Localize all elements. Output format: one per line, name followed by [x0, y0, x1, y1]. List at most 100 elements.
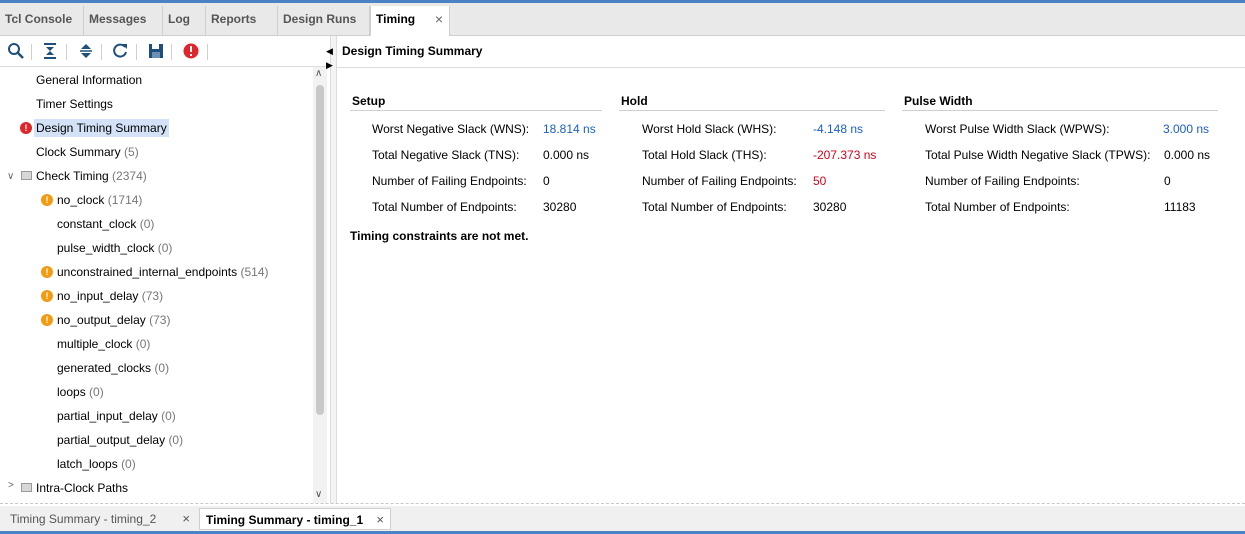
tree-item-loops[interactable]: loops (0)	[57, 381, 104, 403]
tab-design-runs[interactable]: Design Runs	[278, 6, 370, 35]
tab-timing-summary-2[interactable]: Timing Summary - timing_2 ×	[4, 508, 196, 530]
tree-scrollbar[interactable]: ∧ ∨	[313, 67, 327, 503]
warning-icon: !	[41, 266, 53, 278]
tab-label: Log	[168, 12, 190, 26]
tree-item-partial-input-delay[interactable]: partial_input_delay (0)	[57, 405, 176, 427]
hold-ths-label: Total Hold Slack (THS):	[642, 148, 767, 162]
tree-item-latch-loops[interactable]: latch_loops (0)	[57, 453, 136, 475]
setup-failing-label: Number of Failing Endpoints:	[372, 174, 527, 188]
hold-whs-value[interactable]: -4.148 ns	[813, 122, 863, 136]
toolbar-separator	[136, 44, 137, 60]
tree-item-design-timing-summary[interactable]: Design Timing Summary	[34, 117, 169, 139]
tree-item-generated-clocks[interactable]: generated_clocks (0)	[57, 357, 169, 379]
tree-item-label: constant_clock	[57, 217, 137, 231]
tree-item-label: unconstrained_internal_endpoints	[57, 265, 238, 279]
error-filter-icon[interactable]	[181, 41, 201, 61]
close-icon[interactable]: ×	[376, 509, 384, 531]
tab-label: Tcl Console	[5, 12, 73, 26]
pulse-tpws-label: Total Pulse Width Negative Slack (TPWS):	[925, 148, 1151, 162]
close-icon[interactable]: ×	[435, 6, 443, 33]
tree-item-count: (5)	[124, 145, 139, 159]
tree-item-general-information[interactable]: General Information	[36, 69, 142, 91]
expand-all-icon[interactable]	[76, 41, 96, 61]
tree-item-count: (0)	[89, 385, 104, 399]
tab-label: Timing Summary - timing_2	[10, 512, 157, 526]
hold-total-label: Total Number of Endpoints:	[642, 200, 787, 214]
tree-item-label: no_input_delay	[57, 289, 139, 303]
splitter-arrows-icon[interactable]: ◀ ▶	[326, 44, 333, 72]
tree-item-no-output-delay[interactable]: no_output_delay (73)	[57, 309, 170, 331]
chevron-down-icon[interactable]: ∨	[7, 171, 14, 182]
tab-label: Messages	[89, 12, 147, 26]
error-icon: !	[20, 122, 32, 134]
setup-total-value: 30280	[543, 200, 577, 214]
toolbar-separator	[171, 44, 172, 60]
tab-timing[interactable]: Timing ×	[370, 6, 450, 36]
tree-item-count: (0)	[139, 217, 155, 231]
setup-wns-value[interactable]: 18.814 ns	[543, 122, 596, 136]
page-title: Design Timing Summary	[342, 44, 483, 58]
tab-label: Reports	[211, 12, 257, 26]
scroll-down-icon[interactable]: ∨	[315, 489, 322, 500]
refresh-icon[interactable]	[110, 41, 130, 61]
tab-reports[interactable]: Reports	[206, 6, 278, 35]
tab-log[interactable]: Log	[163, 6, 206, 35]
tree-item-pulse-width-clock[interactable]: pulse_width_clock (0)	[57, 237, 172, 259]
hold-whs-label: Worst Hold Slack (WHS):	[642, 122, 777, 136]
panel-header: Design Timing Summary	[337, 36, 1245, 68]
collapse-all-icon[interactable]	[40, 41, 60, 61]
timing-toolbar	[0, 36, 330, 67]
tree-item-count: (0)	[121, 457, 136, 471]
warning-icon: !	[41, 290, 53, 302]
tree-item-label: loops	[57, 385, 86, 399]
bottom-separator	[0, 503, 1245, 504]
tree-item-clock-summary[interactable]: Clock Summary (5)	[36, 141, 139, 163]
close-icon[interactable]: ×	[182, 508, 190, 530]
scrollbar-thumb[interactable]	[316, 85, 324, 415]
warning-icon: !	[41, 314, 53, 326]
tab-timing-summary-1[interactable]: Timing Summary - timing_1 ×	[199, 508, 391, 530]
setup-tns-value: 0.000 ns	[543, 148, 590, 162]
tree-item-unconstrained-internal-endpoints[interactable]: unconstrained_internal_endpoints (514)	[57, 261, 269, 283]
tab-label: Timing Summary - timing_1	[206, 513, 364, 527]
tree-item-count: (0)	[161, 409, 176, 423]
save-icon[interactable]	[146, 41, 166, 61]
tree-item-label: pulse_width_clock	[57, 241, 155, 255]
pulse-total-value: 11183	[1164, 200, 1196, 214]
pulse-wpws-value[interactable]: 3.000 ns	[1163, 122, 1209, 136]
tab-label: Timing	[376, 12, 416, 26]
tree-item-label: Check Timing	[36, 169, 109, 183]
setup-wns-label: Worst Negative Slack (WNS):	[372, 122, 530, 136]
tree-item-multiple-clock[interactable]: multiple_clock (0)	[57, 333, 150, 355]
search-icon[interactable]	[6, 41, 26, 61]
hold-total-value: 30280	[813, 200, 847, 214]
tab-label: Design Runs	[283, 12, 357, 26]
pulse-failing-label: Number of Failing Endpoints:	[925, 174, 1080, 188]
warning-icon: !	[41, 194, 53, 206]
toolbar-separator	[66, 44, 67, 60]
chevron-right-icon[interactable]: >	[8, 480, 14, 491]
splitter[interactable]	[330, 36, 337, 503]
tree-item-no-input-delay[interactable]: no_input_delay (73)	[57, 285, 163, 307]
tree-item-intra-clock-paths[interactable]: Intra-Clock Paths	[36, 477, 128, 499]
tab-tcl-console[interactable]: Tcl Console	[0, 6, 84, 35]
tree-item-timer-settings[interactable]: Timer Settings	[36, 93, 113, 115]
toolbar-separator	[101, 44, 102, 60]
tree-item-label: Design Timing Summary	[34, 119, 169, 137]
tree-item-partial-output-delay[interactable]: partial_output_delay (0)	[57, 429, 183, 451]
tree-item-count: (0)	[157, 241, 173, 255]
tree-item-count: (0)	[154, 361, 170, 375]
tree-item-count: (0)	[168, 433, 184, 447]
tree-item-label: generated_clocks	[57, 361, 152, 375]
result-tab-bar: Timing Summary - timing_2 × Timing Summa…	[0, 506, 1245, 534]
toolbar-separator	[31, 44, 32, 60]
tree-item-no-clock[interactable]: no_clock (1714)	[57, 189, 142, 211]
tree-item-label: Clock Summary	[36, 145, 121, 159]
section-divider	[902, 110, 1218, 111]
tab-messages[interactable]: Messages	[84, 6, 163, 35]
scroll-up-icon[interactable]: ∧	[315, 68, 322, 79]
tree-item-check-timing[interactable]: Check Timing (2374)	[36, 165, 147, 187]
tree-item-constant-clock[interactable]: constant_clock (0)	[57, 213, 154, 235]
section-divider	[350, 110, 602, 111]
tree-item-count: (2374)	[112, 169, 147, 183]
